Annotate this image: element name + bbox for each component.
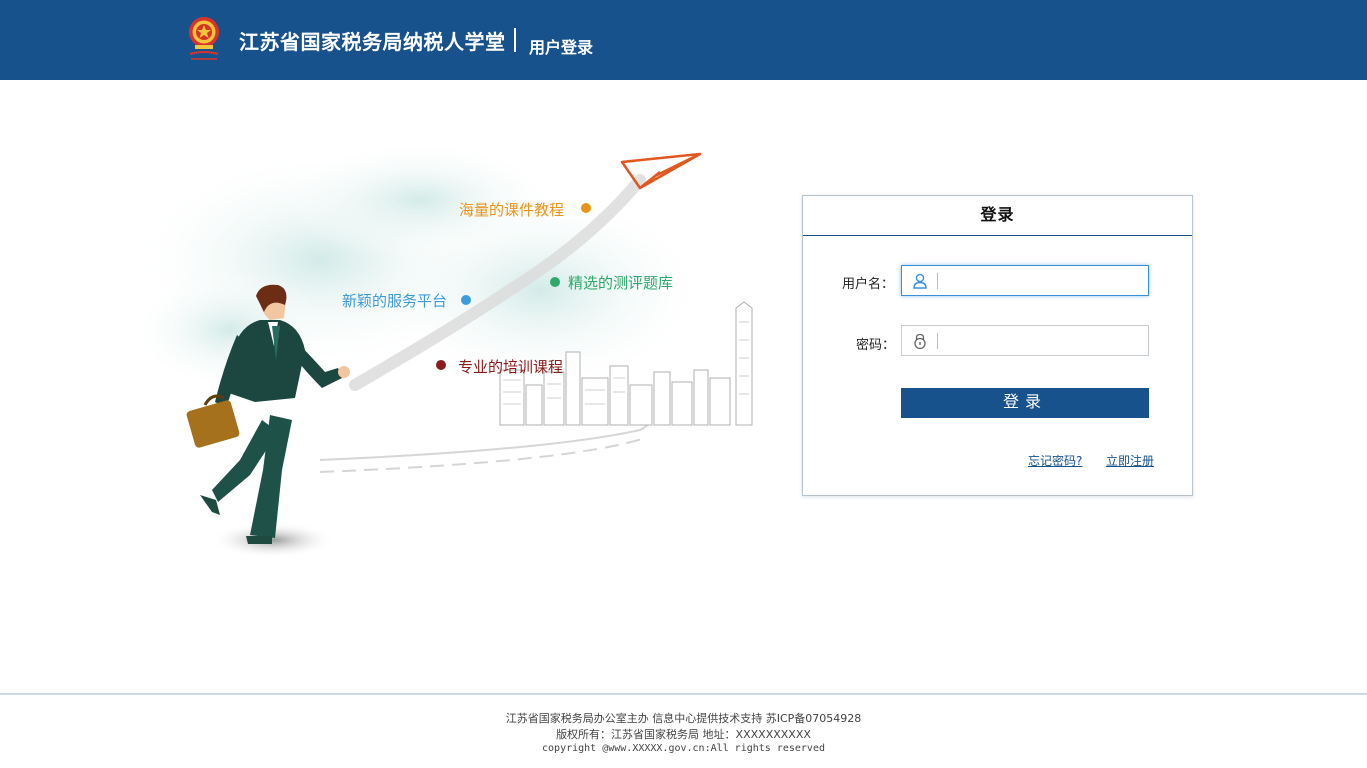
password-field[interactable] bbox=[901, 325, 1149, 356]
username-label: 用户名： bbox=[842, 277, 895, 292]
tax-emblem-icon bbox=[186, 14, 222, 62]
forgot-password-link[interactable]: 忘记密码? bbox=[1028, 452, 1082, 469]
feature-dot-red bbox=[436, 360, 446, 370]
illustration-graphic bbox=[130, 140, 753, 558]
footer-sponsor-text: 江苏省国家税务局办公室主办 信息中心提供技术支持 苏ICP备07054928 bbox=[505, 712, 862, 725]
password-separator bbox=[937, 333, 938, 349]
feature-dot-green bbox=[550, 277, 560, 287]
feature-dot-blue bbox=[461, 295, 471, 305]
promo-illustration: 海量的课件教程 精选的测评题库 新颖的服务平台 专业的培训课程 bbox=[120, 140, 770, 570]
login-title: 登录 bbox=[803, 196, 1192, 236]
footer-copyright-owner: 版权所有：江苏省国家税务局 地址：XXXXXXXXXX bbox=[556, 728, 811, 741]
footer-divider bbox=[0, 693, 1367, 695]
username-separator bbox=[937, 273, 938, 289]
footer-copyright: copyright @www.XXXXX.gov.cn:All rights r… bbox=[542, 743, 825, 754]
page-subtitle: 用户登录 bbox=[529, 38, 594, 57]
username-input[interactable] bbox=[942, 268, 1142, 293]
title-divider bbox=[514, 28, 516, 52]
feature-courseware: 海量的课件教程 bbox=[459, 201, 565, 219]
top-header: 江苏省国家税务局纳税人学堂 用户登录 bbox=[0, 0, 1367, 80]
user-icon bbox=[911, 272, 929, 290]
login-button[interactable]: 登录 bbox=[901, 388, 1149, 418]
site-title: 江苏省国家税务局纳税人学堂 bbox=[239, 30, 506, 54]
feature-question-bank: 精选的测评题库 bbox=[568, 274, 674, 292]
feature-training: 专业的培训课程 bbox=[458, 358, 564, 376]
register-link[interactable]: 立即注册 bbox=[1106, 452, 1154, 469]
password-label: 密码： bbox=[856, 338, 896, 353]
feature-dot-orange bbox=[581, 203, 591, 213]
username-field[interactable] bbox=[901, 265, 1149, 296]
lock-icon bbox=[911, 332, 929, 350]
feature-platform: 新颖的服务平台 bbox=[342, 292, 448, 310]
password-input[interactable] bbox=[942, 328, 1142, 353]
login-panel: 登录 用户名： 密码： 登录 忘记密码? 立即注册 bbox=[802, 195, 1193, 496]
